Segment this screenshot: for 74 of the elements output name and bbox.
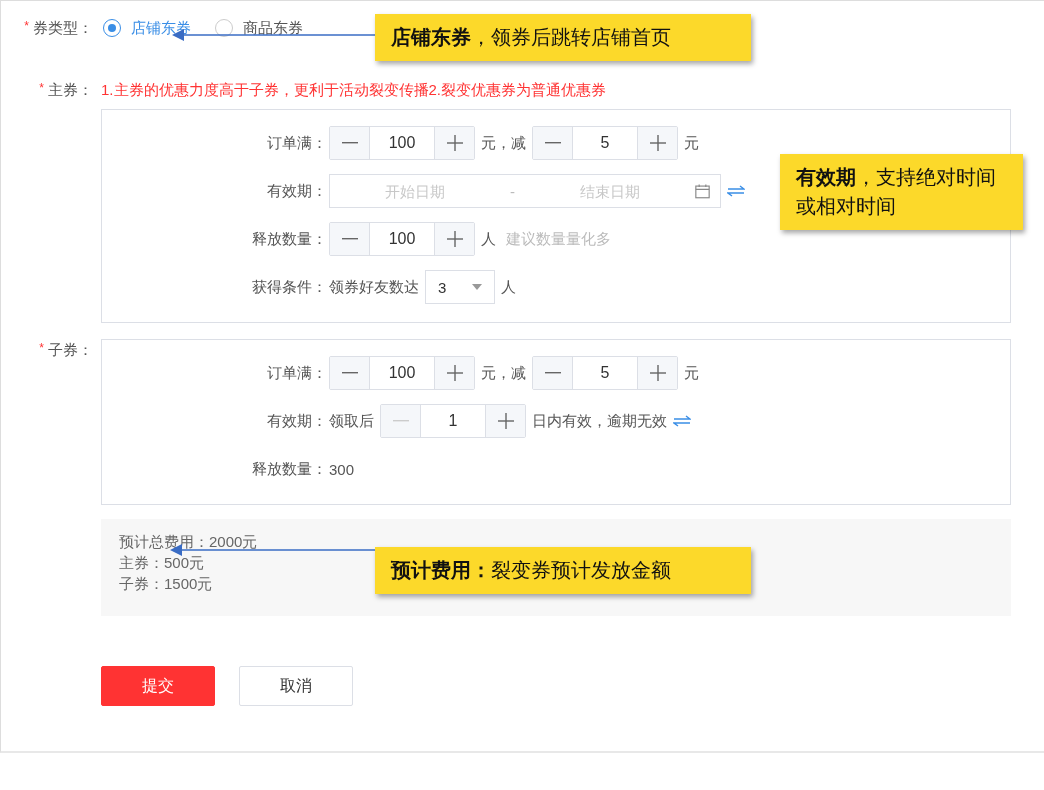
- swap-icon[interactable]: [673, 415, 691, 427]
- field-label: 有效期：: [266, 181, 328, 201]
- annotation-callout: 有效期，支持绝对时间或相对时间: [780, 154, 1023, 230]
- decrement-button[interactable]: [533, 357, 572, 389]
- hint-text: 建议数量量化多: [506, 229, 611, 249]
- plus-icon: [497, 413, 514, 429]
- field-text: 日内有效，逾期无效: [532, 411, 667, 431]
- field-text: 元，减: [481, 363, 526, 383]
- field-label: 获得条件：: [251, 277, 328, 297]
- plus-icon: [649, 135, 666, 151]
- calendar-icon[interactable]: [695, 182, 710, 200]
- number-field[interactable]: 100: [369, 127, 435, 159]
- number-stepper[interactable]: 100: [329, 356, 475, 390]
- number-field[interactable]: 100: [369, 223, 435, 255]
- increment-button[interactable]: [638, 127, 677, 159]
- field-label: 释放数量：: [251, 229, 328, 249]
- field-label: 订单满：: [266, 363, 328, 383]
- number-stepper[interactable]: 1: [380, 404, 526, 438]
- number-field[interactable]: 1: [420, 405, 486, 437]
- number-stepper[interactable]: 5: [532, 356, 678, 390]
- increment-button[interactable]: [435, 127, 474, 159]
- decrement-button[interactable]: [330, 223, 369, 255]
- field-text: 300: [329, 460, 355, 478]
- decrement-button[interactable]: [330, 357, 369, 389]
- field-label: 有效期：: [266, 411, 328, 431]
- field-text: 人: [481, 229, 496, 249]
- annotation-callout: 店铺东券，领券后跳转店铺首页: [375, 14, 751, 61]
- field-text: 人: [501, 277, 516, 297]
- number-field[interactable]: 100: [369, 357, 435, 389]
- number-field[interactable]: 5: [572, 357, 638, 389]
- cancel-button[interactable]: 取消: [239, 666, 353, 706]
- hint-text: 1.主券的优惠力度高于子券，更利于活动裂变传播2.裂变优惠券为普通优惠券: [101, 80, 608, 100]
- dropdown-caret-icon: [472, 284, 482, 290]
- number-stepper[interactable]: 5: [532, 126, 678, 160]
- increment-button[interactable]: [435, 223, 474, 255]
- number-stepper[interactable]: 100: [329, 222, 475, 256]
- field-label: 释放数量：: [251, 459, 328, 479]
- plus-icon: [446, 365, 463, 381]
- minus-icon: [544, 372, 561, 374]
- cost-line: 主券：500元: [119, 553, 205, 573]
- count-select[interactable]: 3: [425, 270, 495, 304]
- minus-icon: [544, 142, 561, 144]
- plus-icon: [446, 231, 463, 247]
- field-text: 领券好友数达: [329, 277, 419, 297]
- field-text: 元: [684, 133, 699, 153]
- plus-icon: [649, 365, 666, 381]
- increment-button[interactable]: [435, 357, 474, 389]
- field-text: 领取后: [329, 411, 374, 431]
- required-mark: *: [39, 80, 44, 97]
- annotation-callout: 预计费用：裂变券预计发放金额: [375, 547, 751, 594]
- minus-icon: [341, 238, 358, 240]
- plus-icon: [446, 135, 463, 151]
- swap-icon[interactable]: [727, 185, 745, 197]
- number-field[interactable]: 5: [572, 127, 638, 159]
- decrement-button[interactable]: [533, 127, 572, 159]
- minus-icon: [341, 142, 358, 144]
- required-mark: *: [39, 340, 44, 357]
- required-mark: *: [24, 18, 29, 35]
- field-label: 子券：: [48, 340, 93, 360]
- submit-button[interactable]: 提交: [101, 666, 215, 706]
- number-stepper[interactable]: 100: [329, 126, 475, 160]
- field-label: 券类型：: [33, 18, 93, 38]
- field-text: 元: [684, 363, 699, 383]
- range-separator: -: [509, 182, 516, 200]
- increment-button[interactable]: [638, 357, 677, 389]
- field-label: 主券：: [48, 80, 93, 100]
- decrement-button[interactable]: [330, 127, 369, 159]
- increment-button[interactable]: [486, 405, 525, 437]
- field-label: 订单满：: [266, 133, 328, 153]
- field-text: 元，减: [481, 133, 526, 153]
- minus-icon: [392, 420, 409, 422]
- cost-line: 子券：1500元: [119, 574, 213, 594]
- radio-option[interactable]: 商品东券: [215, 18, 303, 38]
- minus-icon: [341, 372, 358, 374]
